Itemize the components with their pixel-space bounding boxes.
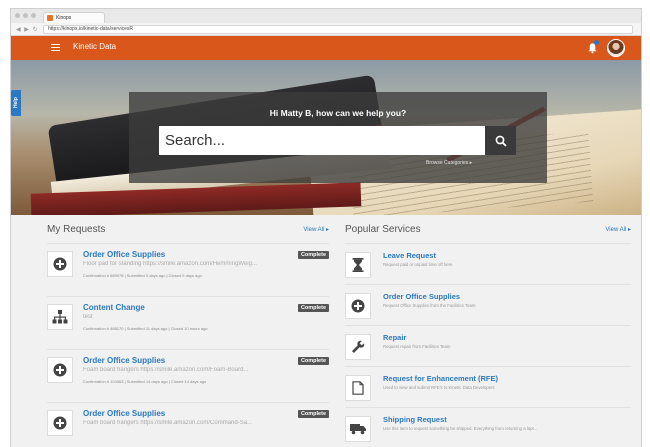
popular-services-header: Popular Services View All ▸	[345, 215, 631, 243]
request-item[interactable]: Order Office Supplies Complete Foam boar…	[47, 402, 329, 447]
minimize-window-icon[interactable]	[23, 13, 28, 18]
popular-services-view-all-link[interactable]: View All ▸	[605, 226, 631, 233]
service-description: Used to view and submit RFE's to Kinetic…	[383, 385, 495, 390]
close-window-icon[interactable]	[15, 13, 20, 18]
wrench-icon	[345, 334, 371, 360]
search-icon	[495, 135, 507, 147]
status-badge: Complete	[297, 357, 329, 365]
service-item[interactable]: Leave Request Request paid or unpaid tim…	[345, 243, 631, 284]
request-description: Floor pad for standing https://smile.ama…	[83, 261, 257, 267]
plus-circle-icon	[47, 251, 73, 277]
request-title[interactable]: Order Office Supplies	[83, 356, 165, 365]
status-badge: Complete	[297, 251, 329, 259]
browser-tab[interactable]: Kinops	[43, 12, 105, 23]
request-title[interactable]: Order Office Supplies	[83, 409, 165, 418]
request-title[interactable]: Order Office Supplies	[83, 250, 165, 259]
notification-badge	[594, 40, 599, 45]
browser-tab-title: Kinops	[56, 15, 72, 21]
app-header: Kinetic Data	[11, 36, 641, 60]
request-meta: Confirmation # 689978 | Submitted 5 days…	[83, 273, 202, 278]
my-requests-view-all-link[interactable]: View All ▸	[303, 226, 329, 233]
favicon-icon	[47, 15, 53, 21]
my-requests-title: My Requests	[47, 224, 106, 235]
service-item[interactable]: Repair Request repair from Facilities Te…	[345, 325, 631, 366]
service-description: Request repair from Facilities Team	[383, 344, 451, 349]
request-meta: Confirmation # 488170 | Submitted 11 day…	[83, 326, 208, 331]
user-avatar[interactable]	[607, 39, 625, 57]
service-title[interactable]: Leave Request	[383, 251, 436, 260]
request-item[interactable]: Content Change Complete test Confirmatio…	[47, 296, 329, 349]
service-description: Request Office Supplies from the Facilit…	[383, 303, 476, 308]
browser-nav-icons[interactable]: ◀ ▶ ↻	[16, 26, 39, 33]
status-badge: Complete	[297, 304, 329, 312]
brand-name[interactable]: Kinetic Data	[73, 42, 116, 51]
hero-banner: Help Hi Matty B, how can we help you? Br…	[11, 60, 641, 215]
service-title[interactable]: Order Office Supplies	[383, 292, 460, 301]
main-content: My Requests View All ▸ Order Office Supp…	[11, 215, 641, 447]
search-button[interactable]	[485, 126, 516, 155]
my-requests-section: My Requests View All ▸ Order Office Supp…	[47, 215, 329, 447]
browser-url-bar: ◀ ▶ ↻ https://kinops.io/kinetic-data/ser…	[11, 23, 641, 36]
service-description: Request paid or unpaid time off here	[383, 262, 453, 267]
service-title[interactable]: Request for Enhancement (RFE)	[383, 374, 498, 383]
request-description: Foam board hangers https://smile.amazon.…	[83, 420, 253, 426]
maximize-window-icon[interactable]	[31, 13, 36, 18]
status-badge: Complete	[297, 410, 329, 418]
service-description: Use this item to request something be sh…	[383, 426, 538, 431]
greeting-heading: Hi Matty B, how can we help you?	[269, 108, 407, 118]
browser-tab-bar: Kinops	[11, 9, 641, 23]
request-title[interactable]: Content Change	[83, 303, 145, 312]
address-field[interactable]: https://kinops.io/kinetic-data/servicesR	[43, 25, 633, 34]
search-panel: Hi Matty B, how can we help you? Browse …	[129, 92, 547, 183]
popular-services-title: Popular Services	[345, 224, 421, 235]
truck-icon	[345, 416, 371, 442]
my-requests-header: My Requests View All ▸	[47, 215, 329, 243]
browser-window: Kinops ◀ ▶ ↻ https://kinops.io/kinetic-d…	[10, 8, 642, 447]
request-description: test	[83, 314, 93, 320]
document-icon	[345, 375, 371, 401]
browse-categories-link[interactable]: Browse Categories ▸	[426, 160, 472, 166]
plus-circle-icon	[345, 293, 371, 319]
help-tab[interactable]: Help	[11, 90, 21, 116]
hourglass-icon	[345, 252, 371, 278]
search-box	[159, 126, 485, 155]
service-title[interactable]: Repair	[383, 333, 406, 342]
popular-services-section: Popular Services View All ▸ Leave Reques…	[345, 215, 631, 447]
window-controls	[15, 13, 36, 18]
search-input[interactable]	[159, 126, 485, 155]
request-meta: Confirmation # 104363 | Submitted 14 day…	[83, 379, 207, 384]
hamburger-menu-icon[interactable]	[51, 44, 60, 51]
request-item[interactable]: Order Office Supplies Complete Floor pad…	[47, 243, 329, 296]
service-item[interactable]: Request for Enhancement (RFE) Used to vi…	[345, 366, 631, 407]
service-item[interactable]: Order Office Supplies Request Office Sup…	[345, 284, 631, 325]
service-item[interactable]: Shipping Request Use this item to reques…	[345, 407, 631, 447]
service-title[interactable]: Shipping Request	[383, 415, 447, 424]
sitemap-icon	[47, 304, 73, 330]
plus-circle-icon	[47, 410, 73, 436]
plus-circle-icon	[47, 357, 73, 383]
request-description: Foam board hangers https://smile.amazon.…	[83, 367, 249, 373]
request-item[interactable]: Order Office Supplies Complete Foam boar…	[47, 349, 329, 402]
